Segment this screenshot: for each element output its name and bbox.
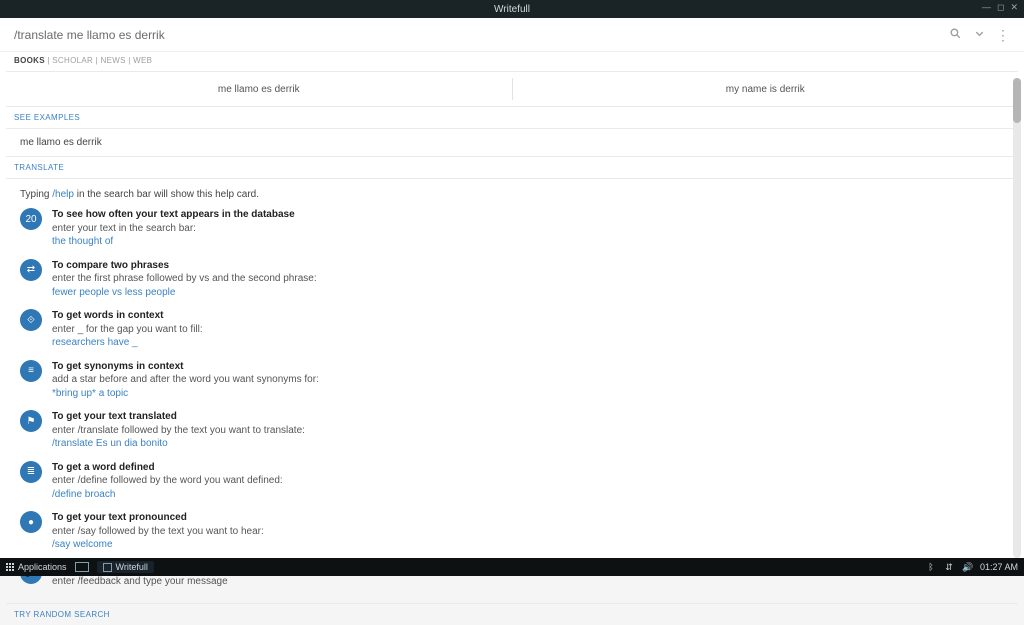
task-writefull[interactable]: Writefull (97, 561, 154, 573)
compare-left: me llamo es derrik (6, 84, 512, 95)
window-titlebar: Writefull — ◻ ✕ (0, 0, 1024, 18)
source-scholar[interactable]: SCHOLAR (52, 56, 93, 65)
help-row-compare: ⇄ To compare two phrases enter the first… (20, 259, 1004, 300)
search-icon[interactable] (948, 27, 962, 43)
synonyms-icon: ≡ (20, 360, 42, 382)
maximize-icon[interactable]: ◻ (997, 2, 1004, 13)
help-example[interactable]: /define broach (52, 488, 283, 502)
help-example[interactable]: fewer people vs less people (52, 286, 317, 300)
chevron-down-icon[interactable] (972, 28, 986, 42)
translate-input[interactable]: me llamo es derrik (6, 129, 1018, 156)
help-row-define: ≣ To get a word defined enter /define fo… (20, 461, 1004, 502)
volume-icon[interactable]: 🔊 (962, 562, 972, 573)
source-active[interactable]: BOOKS (14, 56, 45, 65)
say-icon: ● (20, 511, 42, 533)
help-example[interactable]: /say welcome (52, 538, 264, 552)
help-row-say: ● To get your text pronounced enter /say… (20, 511, 1004, 552)
applications-menu-button[interactable]: Applications (6, 562, 67, 572)
system-taskbar: Applications Writefull ᛒ ⇵ 🔊 01:27 AM (0, 558, 1024, 576)
search-input[interactable]: /translate me llamo es derrik (14, 28, 948, 42)
try-random-link[interactable]: TRY RANDOM SEARCH (0, 604, 1024, 625)
apps-grid-icon (6, 563, 14, 571)
scroll-thumb[interactable] (1013, 78, 1021, 123)
help-row-synonyms: ≡ To get synonyms in context add a star … (20, 360, 1004, 401)
help-row-translate: ⚑ To get your text translated enter /tra… (20, 410, 1004, 451)
close-icon[interactable]: ✕ (1010, 2, 1018, 13)
help-command: /help (52, 189, 74, 200)
translate-panel: me llamo es derrik (6, 128, 1018, 157)
see-examples-link[interactable]: SEE EXAMPLES (0, 107, 1024, 128)
source-news[interactable]: NEWS (101, 56, 126, 65)
define-icon: ≣ (20, 461, 42, 483)
help-example[interactable]: the thought of (52, 235, 295, 249)
search-bar[interactable]: /translate me llamo es derrik ⋮ (0, 18, 1024, 52)
workspace-icon[interactable] (75, 562, 89, 572)
help-card: Typing /help in the search bar will show… (6, 178, 1018, 604)
network-icon[interactable]: ⇵ (944, 562, 954, 573)
help-example[interactable]: /translate Es un dia bonito (52, 437, 305, 451)
source-tabs: BOOKS | SCHOLAR | NEWS | WEB (0, 52, 1024, 71)
window-title: Writefull (494, 4, 530, 15)
bluetooth-icon[interactable]: ᛒ (926, 562, 936, 572)
scrollbar[interactable] (1013, 78, 1021, 558)
compare-panel: me llamo es derrik my name is derrik (6, 71, 1018, 107)
task-app-icon (103, 563, 112, 572)
compare-right: my name is derrik (513, 84, 1019, 95)
source-web[interactable]: WEB (133, 56, 152, 65)
translate-icon: ⚑ (20, 410, 42, 432)
help-row-context: ⟐ To get words in context enter _ for th… (20, 309, 1004, 350)
minimize-icon[interactable]: — (982, 2, 991, 13)
help-intro: Typing /help in the search bar will show… (20, 189, 1004, 200)
app-window: /translate me llamo es derrik ⋮ BOOKS | … (0, 18, 1024, 558)
help-row-frequency: 20 To see how often your text appears in… (20, 208, 1004, 249)
help-example[interactable]: *bring up* a topic (52, 387, 319, 401)
help-example[interactable]: researchers have _ (52, 336, 203, 350)
context-icon: ⟐ (20, 309, 42, 331)
overflow-menu-icon[interactable]: ⋮ (996, 30, 1010, 40)
compare-icon: ⇄ (20, 259, 42, 281)
frequency-icon: 20 (20, 208, 42, 230)
translate-link[interactable]: TRANSLATE (0, 157, 1024, 178)
clock[interactable]: 01:27 AM (980, 562, 1018, 572)
